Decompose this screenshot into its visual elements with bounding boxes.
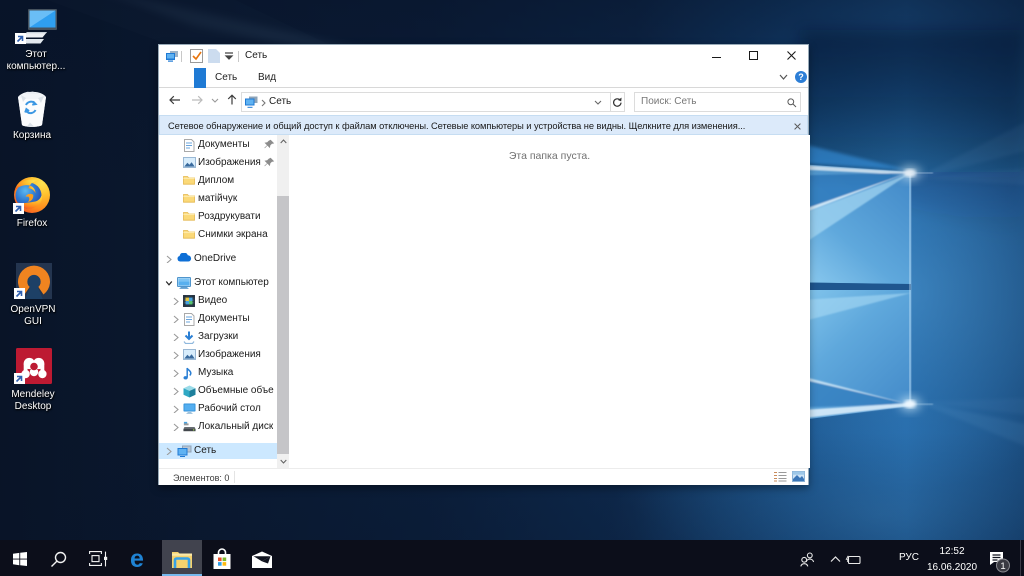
svg-text:1: 1 bbox=[1000, 561, 1005, 572]
